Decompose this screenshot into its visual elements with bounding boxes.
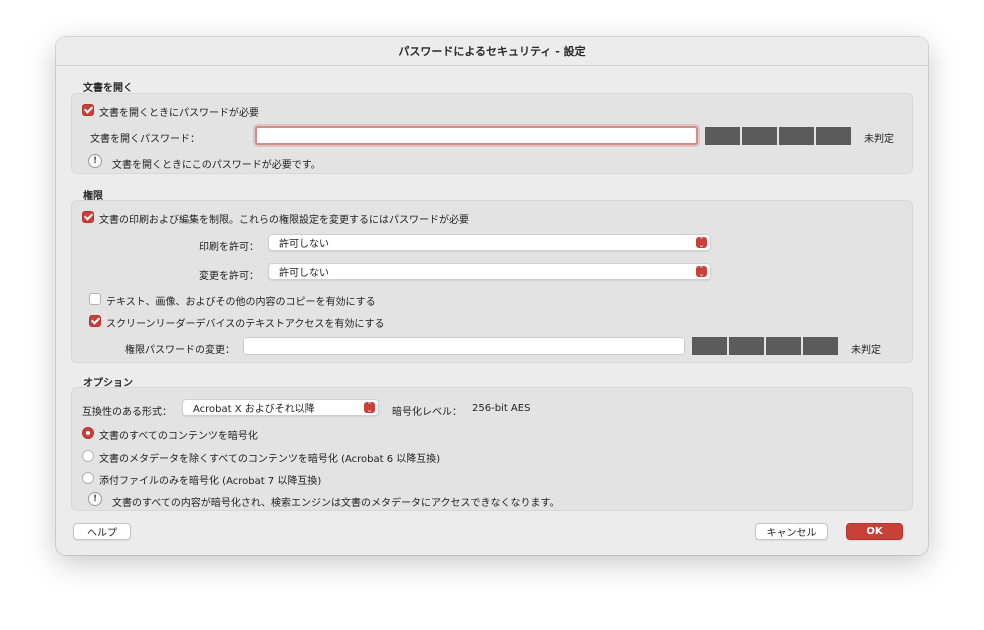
updown-chevron-icon: ⌃ ⌄ bbox=[696, 236, 707, 248]
strength-segment bbox=[692, 337, 727, 355]
enable-copy-checkbox[interactable] bbox=[89, 293, 101, 305]
restrict-editing-label[interactable]: 文書の印刷および編集を制限。これらの権限設定を変更するにはパスワードが必要 bbox=[99, 211, 469, 226]
strength-segment bbox=[803, 337, 838, 355]
updown-chevron-icon: ⌃ ⌄ bbox=[364, 401, 375, 413]
options-section-box: 互換性のある形式： Acrobat X およびそれ以降 ⌃ ⌄ 暗号化レベル： 2… bbox=[71, 387, 913, 511]
perm-password-label: 権限パスワードの変更： bbox=[125, 345, 235, 356]
change-allow-label: 変更を許可： bbox=[199, 271, 259, 282]
open-password-strength-label: 未判定 bbox=[864, 134, 894, 145]
open-info-text: 文書を開くときにこのパスワードが必要です。 bbox=[112, 160, 321, 171]
open-password-input[interactable] bbox=[255, 126, 698, 145]
ok-button[interactable]: OK bbox=[846, 523, 903, 540]
compat-format-select[interactable]: Acrobat X およびそれ以降 ⌃ ⌄ bbox=[182, 399, 379, 416]
strength-segment bbox=[742, 127, 777, 145]
strength-segment bbox=[729, 337, 764, 355]
print-allow-select[interactable]: 許可しない ⌃ ⌄ bbox=[268, 234, 711, 251]
screenreader-access-checkbox[interactable] bbox=[89, 315, 101, 327]
open-section-box: 文書を開くときにパスワードが必要 文書を開くパスワード： 未判定 ! 文書を開く… bbox=[71, 93, 913, 174]
encrypt-all-label[interactable]: 文書のすべてのコンテンツを暗号化 bbox=[99, 427, 258, 442]
help-button[interactable]: ヘルプ bbox=[73, 523, 131, 540]
screenreader-access-label[interactable]: スクリーンリーダーデバイスのテキストアクセスを有効にする bbox=[106, 315, 385, 330]
open-password-strength-meter bbox=[705, 127, 851, 145]
encrypt-except-metadata-radio[interactable] bbox=[82, 450, 94, 462]
dialog-title: パスワードによるセキュリティ - 設定 bbox=[56, 37, 928, 66]
perm-password-strength-meter bbox=[692, 337, 838, 355]
encryption-level-value: 256-bit AES bbox=[472, 403, 531, 414]
encrypt-attachments-radio[interactable] bbox=[82, 472, 94, 484]
strength-segment bbox=[779, 127, 814, 145]
strength-segment bbox=[705, 127, 740, 145]
section-label-open: 文書を開く bbox=[83, 83, 133, 94]
cancel-button[interactable]: キャンセル bbox=[755, 523, 828, 540]
strength-segment bbox=[816, 127, 851, 145]
enable-copy-label[interactable]: テキスト、画像、およびその他の内容のコピーを有効にする bbox=[106, 293, 376, 308]
print-allow-label: 印刷を許可： bbox=[199, 242, 259, 253]
perm-password-strength-label: 未判定 bbox=[851, 345, 881, 356]
exclamation-icon: ! bbox=[88, 154, 102, 168]
exclamation-icon: ! bbox=[88, 492, 102, 506]
encryption-level-label: 暗号化レベル： bbox=[392, 407, 462, 418]
options-info-text: 文書のすべての内容が暗号化され、検索エンジンは文書のメタデータにアクセスできなく… bbox=[112, 498, 560, 509]
password-security-dialog: パスワードによるセキュリティ - 設定 文書を開く 文書を開くときにパスワードが… bbox=[56, 37, 928, 555]
encrypt-all-radio[interactable] bbox=[82, 427, 94, 439]
restrict-editing-checkbox[interactable] bbox=[82, 211, 94, 223]
permissions-section-box: 文書の印刷および編集を制限。これらの権限設定を変更するにはパスワードが必要 印刷… bbox=[71, 200, 913, 363]
change-allow-select[interactable]: 許可しない ⌃ ⌄ bbox=[268, 263, 711, 280]
require-open-password-checkbox[interactable] bbox=[82, 104, 94, 116]
strength-segment bbox=[766, 337, 801, 355]
require-open-password-label[interactable]: 文書を開くときにパスワードが必要 bbox=[99, 104, 259, 119]
change-allow-value: 許可しない bbox=[279, 268, 329, 279]
perm-password-input[interactable] bbox=[243, 337, 685, 355]
encrypt-except-metadata-label[interactable]: 文書のメタデータを除くすべてのコンテンツを暗号化 (Acrobat 6 以降互換… bbox=[99, 450, 440, 465]
print-allow-value: 許可しない bbox=[279, 239, 329, 250]
open-password-label: 文書を開くパスワード： bbox=[90, 134, 200, 145]
compat-format-label: 互換性のある形式： bbox=[82, 407, 172, 418]
compat-format-value: Acrobat X およびそれ以降 bbox=[193, 404, 315, 415]
encrypt-attachments-label[interactable]: 添付ファイルのみを暗号化 (Acrobat 7 以降互換) bbox=[99, 472, 321, 487]
updown-chevron-icon: ⌃ ⌄ bbox=[696, 265, 707, 277]
